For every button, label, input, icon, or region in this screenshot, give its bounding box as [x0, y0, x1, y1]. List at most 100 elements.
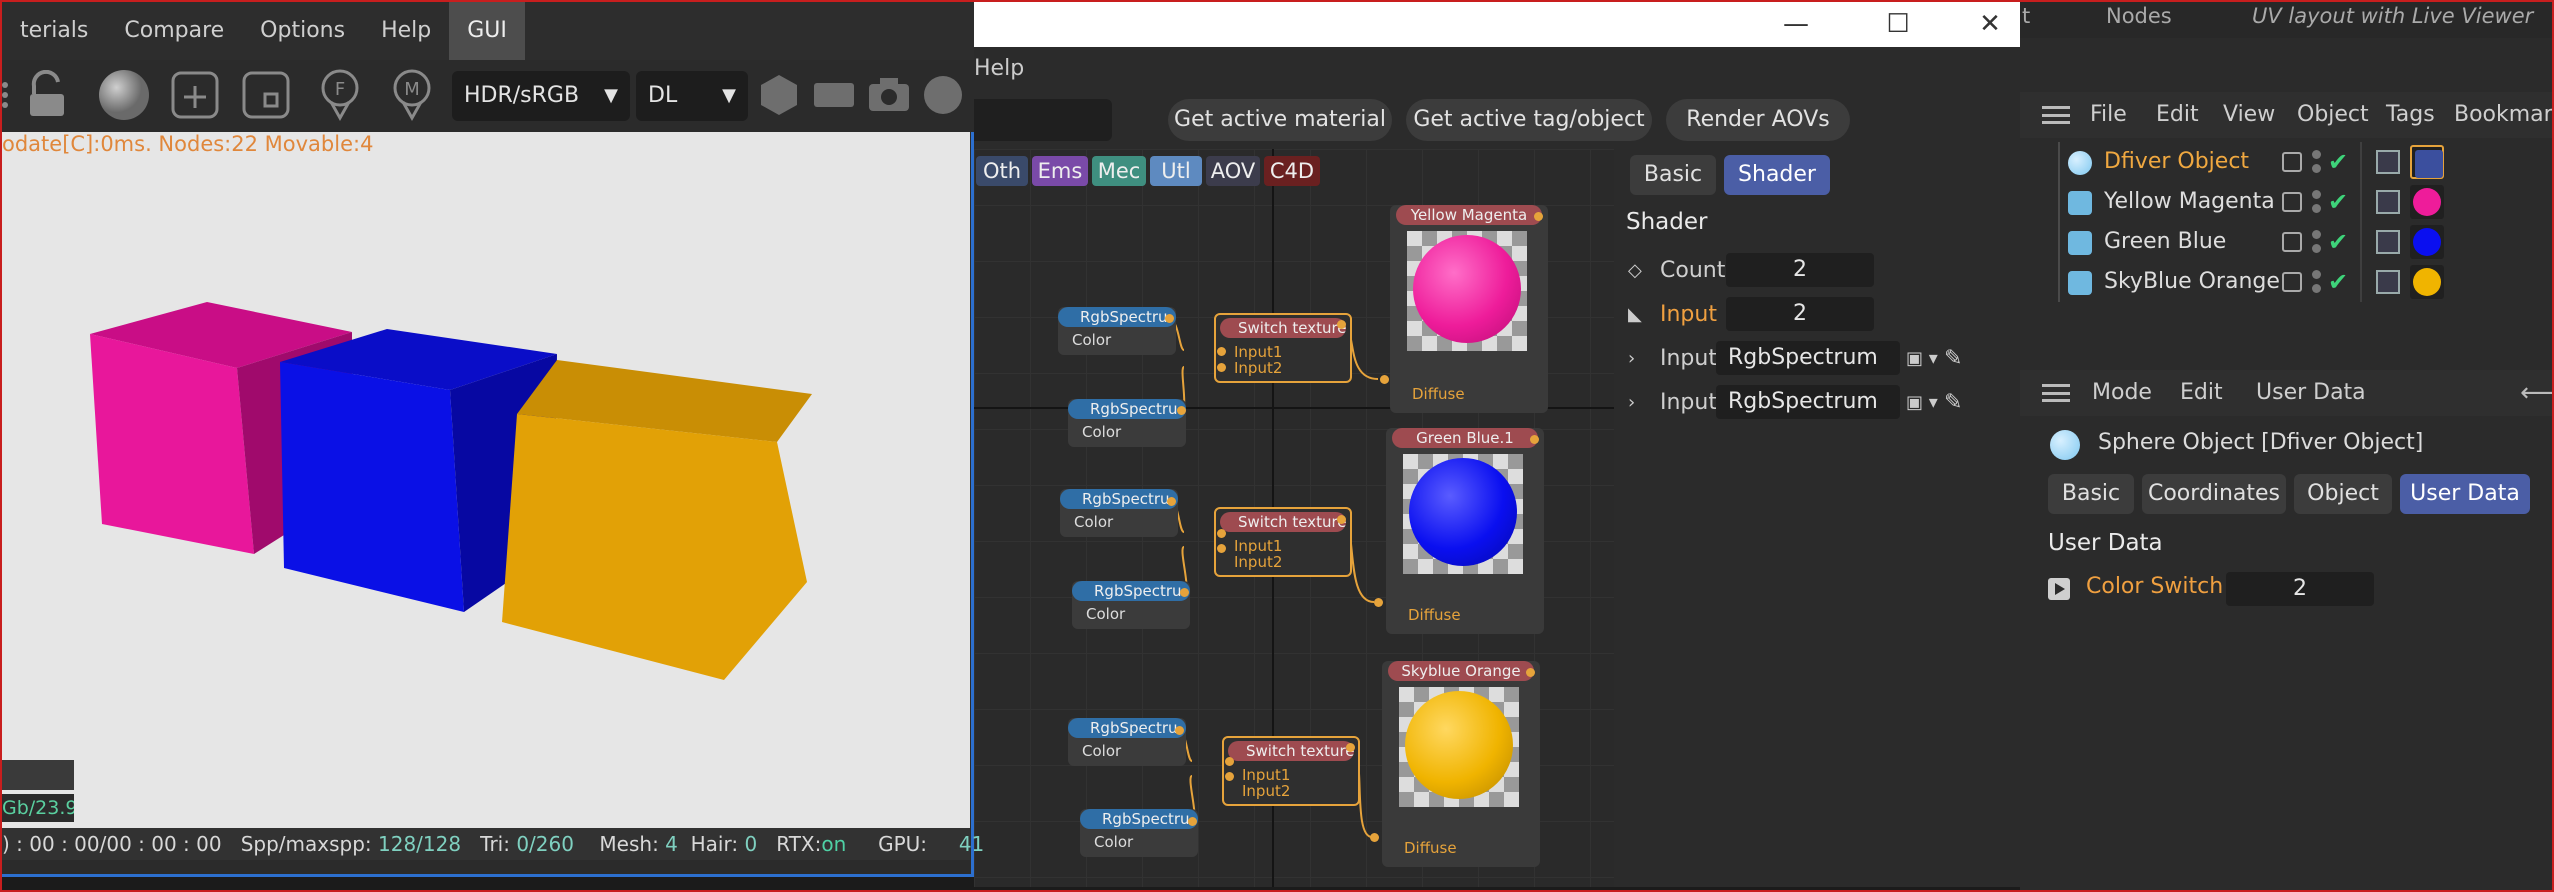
menu-gui[interactable]: GUI — [449, 2, 525, 60]
image-icon[interactable]: ▣ ▾ — [1906, 341, 1938, 377]
render-mode-select[interactable]: DL ▼ — [636, 71, 748, 121]
tab-object[interactable]: Object — [2294, 474, 2392, 514]
menu-materials[interactable]: terials — [2, 2, 106, 60]
rgb-spectrum-node[interactable]: RgbSpectru Color — [1060, 489, 1178, 537]
film-icon[interactable] — [807, 68, 861, 122]
visibility-dots-icon[interactable] — [2312, 148, 2322, 176]
animate-toggle-icon[interactable] — [2048, 578, 2070, 600]
region-icon[interactable] — [239, 68, 293, 122]
eyedropper-icon[interactable]: ✎ — [1944, 341, 1962, 377]
rgb-spectrum-node[interactable]: RgbSpectru Color — [1058, 307, 1176, 355]
menu-help[interactable]: Help — [363, 2, 449, 60]
rtx-value: on — [821, 832, 847, 856]
tab-basic[interactable]: Basic — [2048, 474, 2134, 514]
object-row[interactable]: SkyBlue Orange ✔ — [2020, 262, 2552, 302]
input2-link[interactable]: RgbSpectrum — [1716, 385, 1900, 419]
rgb-spectrum-node[interactable]: RgbSpectru Color — [1068, 399, 1186, 447]
lock-open-icon[interactable] — [20, 68, 74, 122]
object-row[interactable]: Green Blue ✔ — [2020, 222, 2552, 262]
visibility-dots-icon[interactable] — [2312, 228, 2322, 256]
chevron-right-icon[interactable]: › — [1628, 341, 1648, 377]
live-viewer-menubar: terials Compare Options Help GUI — [2, 2, 974, 60]
menu-object[interactable]: Object — [2297, 92, 2369, 138]
menu-mode[interactable]: Mode — [2092, 370, 2152, 416]
back-arrow-icon[interactable]: ⟵ — [2520, 370, 2552, 416]
edit-toggle-icon[interactable] — [2282, 232, 2302, 252]
material-node-skyblue-orange[interactable]: Skyblue Orange Diffuse — [1382, 661, 1540, 867]
close-icon[interactable]: ✕ — [1970, 8, 2010, 40]
edit-toggle-icon[interactable] — [2282, 192, 2302, 212]
material-node-green-blue[interactable]: Green Blue.1 Diffuse — [1386, 428, 1544, 634]
menu-bookmarks[interactable]: Bookmark — [2454, 92, 2552, 138]
get-active-tag-button[interactable]: Get active tag/object — [1406, 99, 1652, 141]
material-tag-icon[interactable] — [2410, 265, 2444, 299]
edit-toggle-icon[interactable] — [2282, 152, 2302, 172]
tag-icon[interactable] — [2376, 270, 2400, 294]
camera-icon[interactable] — [862, 68, 916, 122]
image-icon[interactable]: ▣ ▾ — [1906, 385, 1938, 421]
rgb-spectrum-node[interactable]: RgbSpectru Color — [1072, 581, 1190, 629]
attribute-title: Sphere Object [Dfiver Object] — [2098, 430, 2424, 455]
get-active-material-button[interactable]: Get active material — [1168, 99, 1392, 141]
tab-user-data[interactable]: User Data — [2400, 474, 2530, 514]
object-row[interactable]: Yellow Magenta ✔ — [2020, 182, 2552, 222]
material-pin-icon[interactable]: M — [385, 68, 439, 122]
render-viewport[interactable] — [2, 132, 970, 829]
visibility-dots-icon[interactable] — [2312, 188, 2322, 216]
tab-shader[interactable]: Shader — [1724, 155, 1830, 195]
enabled-check-icon[interactable]: ✔ — [2328, 182, 2348, 222]
eyedropper-icon[interactable]: ✎ — [1944, 385, 1962, 421]
menu-options[interactable]: Options — [242, 2, 363, 60]
material-node-yellow-magenta[interactable]: Yellow Magenta Diffuse — [1390, 205, 1548, 413]
menu-compare[interactable]: Compare — [106, 2, 242, 60]
minimize-icon[interactable]: — — [1776, 8, 1816, 40]
chevron-right-icon[interactable]: › — [1628, 385, 1648, 421]
input1-link[interactable]: RgbSpectrum — [1716, 341, 1900, 375]
enabled-check-icon[interactable]: ✔ — [2328, 222, 2348, 262]
edit-toggle-icon[interactable] — [2282, 272, 2302, 292]
svg-text:F: F — [335, 79, 345, 100]
menu-edit[interactable]: Edit — [2180, 370, 2223, 416]
tag-icon[interactable] — [2376, 150, 2400, 174]
focus-pin-icon[interactable]: F — [313, 68, 367, 122]
maximize-icon[interactable]: ☐ — [1878, 8, 1918, 40]
tag-icon[interactable] — [2376, 190, 2400, 214]
rgb-spectrum-node[interactable]: RgbSpectru Color — [1080, 809, 1198, 857]
input-field[interactable]: 2 — [1726, 297, 1874, 331]
tag-icon[interactable] — [2376, 230, 2400, 254]
tab-uv-layout[interactable]: UV layout with Live Viewer — [2252, 2, 2533, 30]
menu-file[interactable]: File — [2090, 92, 2127, 138]
material-tag-icon[interactable] — [2410, 225, 2444, 259]
menu-tags[interactable]: Tags — [2386, 92, 2435, 138]
color-switch-field[interactable]: 2 — [2226, 572, 2374, 606]
tab-nodes[interactable]: Nodes — [2106, 2, 2172, 30]
tab-coordinates[interactable]: Coordinates — [2142, 474, 2286, 514]
hamburger-icon[interactable] — [2042, 106, 2070, 124]
switch-texture-node[interactable]: Switch texture Input1 Input2 — [1214, 507, 1352, 577]
menu-edit[interactable]: Edit — [2156, 92, 2199, 138]
switch-texture-node[interactable]: Switch texture Input1 Input2 — [1214, 313, 1352, 383]
tab-basic[interactable]: Basic — [1630, 155, 1716, 195]
colorspace-select[interactable]: HDR/sRGB ▼ — [452, 71, 630, 121]
object-row[interactable]: Dfiver Object ✔ — [2020, 142, 2552, 182]
hexagon-icon[interactable] — [752, 68, 806, 122]
add-region-icon[interactable] — [168, 68, 222, 122]
node-graph-canvas[interactable]: Oth Ems Mec Utl AOV C4D RgbSpectru Color… — [974, 149, 1614, 887]
visibility-dots-icon[interactable] — [2312, 268, 2322, 296]
menu-view[interactable]: View — [2223, 92, 2275, 138]
menu-help[interactable]: Help — [974, 56, 1024, 81]
enabled-check-icon[interactable]: ✔ — [2328, 262, 2348, 302]
userdata-tag-icon[interactable] — [2410, 145, 2444, 179]
material-tag-icon[interactable] — [2410, 185, 2444, 219]
hamburger-icon[interactable] — [2042, 384, 2070, 402]
dome-icon[interactable] — [916, 68, 970, 122]
rgb-spectrum-node[interactable]: RgbSpectru Color — [1068, 718, 1186, 766]
switch-texture-node[interactable]: Switch texture Input1 Input2 — [1222, 736, 1360, 806]
sphere-icon[interactable] — [97, 68, 151, 122]
menu-user-data[interactable]: User Data — [2256, 370, 2366, 416]
render-stats-bar: ) : 00 : 00/00 : 00 : 00 Spp/maxspp: 128… — [2, 828, 984, 860]
node-search-input[interactable] — [974, 99, 1112, 141]
enabled-check-icon[interactable]: ✔ — [2328, 142, 2348, 182]
count-field[interactable]: 2 — [1726, 253, 1874, 287]
render-aovs-button[interactable]: Render AOVs — [1666, 99, 1850, 141]
